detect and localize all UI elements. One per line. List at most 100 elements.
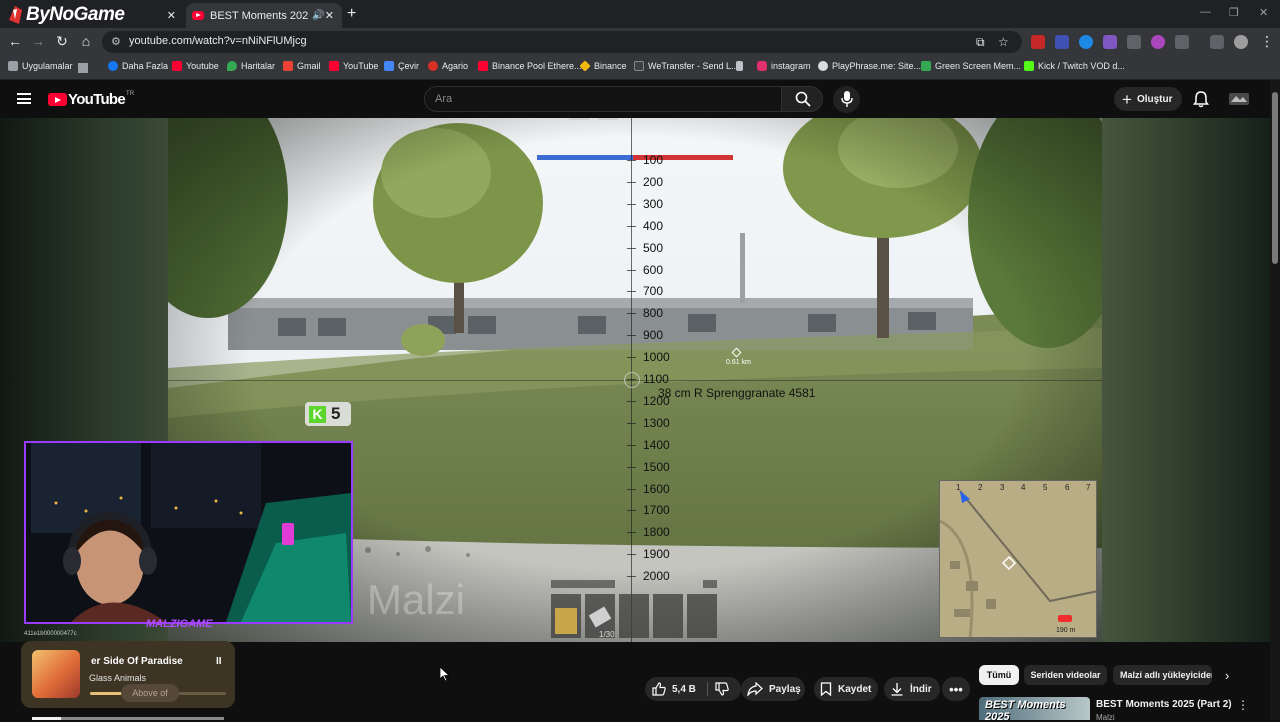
range-mark: 1600 [643, 481, 670, 496]
bookmark-item[interactable]: Agario [428, 61, 468, 71]
more-actions-button[interactable]: ••• [942, 677, 970, 701]
pause-icon[interactable]: II [216, 656, 222, 667]
range-mark: 300 [643, 196, 664, 211]
bookmark-item[interactable]: instagram [757, 61, 811, 71]
range-tick [627, 444, 636, 446]
address-bar[interactable]: ⚙ youtube.com/watch?v=nNiNFlUMjcg ⧉ ☆ [102, 31, 1022, 53]
range-tick [627, 488, 636, 490]
scrollbar-thumb[interactable] [1272, 92, 1278, 264]
download-label: İndir [910, 683, 932, 695]
save-button[interactable]: Kaydet [814, 677, 878, 701]
kick-icon [1024, 61, 1034, 71]
bookmark-item[interactable]: Daha Fazla [108, 61, 168, 71]
reading-list-icon[interactable] [1210, 35, 1224, 49]
range-tick [627, 313, 636, 315]
bookmark-item[interactable]: WeTransfer - Send L... [634, 61, 739, 71]
bookmark-item[interactable]: Youtube [172, 61, 219, 71]
youtube-logo[interactable]: YouTube TR [48, 91, 134, 108]
extension-profile-icon[interactable] [1151, 35, 1165, 49]
extension-pen-icon[interactable] [1103, 35, 1117, 49]
like-button[interactable]: 5,4 B [645, 677, 741, 701]
grid-icon[interactable] [78, 63, 88, 73]
apps-grid-icon [8, 61, 18, 71]
recommendation-channel[interactable]: Malzi [1096, 713, 1115, 722]
search-button[interactable] [781, 86, 823, 112]
home-icon[interactable]: ⌂ [77, 33, 95, 49]
thumbs-up-icon [652, 682, 666, 696]
bookmark-item[interactable]: YouTube [329, 61, 378, 71]
mouse-cursor-icon [440, 667, 450, 681]
document-icon [736, 61, 743, 71]
menu-icon[interactable] [17, 93, 31, 104]
chip-label: Seriden videolar [1030, 670, 1101, 680]
extension-news-icon[interactable] [1031, 35, 1045, 49]
url-text[interactable]: youtube.com/watch?v=nNiNFlUMjcg [129, 35, 307, 47]
chip-uploader[interactable]: Malzi adlı yükleyiciden [1113, 665, 1212, 685]
share-button[interactable]: Paylaş [741, 677, 805, 701]
like-count: 5,4 B [672, 683, 696, 695]
watermark-text: Malzi [367, 576, 466, 623]
reload-icon[interactable]: ↻ [53, 33, 71, 50]
voice-search-button[interactable] [833, 86, 860, 113]
page-scrollbar[interactable] [1270, 80, 1280, 720]
tab-close-icon[interactable]: ✕ [167, 9, 176, 22]
bookmark-item[interactable]: Çevir [384, 61, 419, 71]
shell-type-label: 38 cm R Sprenggranate 4581 [658, 386, 816, 400]
search-input[interactable]: Ara [424, 86, 782, 112]
tab-close-icon[interactable]: ✕ [325, 9, 334, 22]
profile-avatar-icon[interactable] [1234, 35, 1248, 49]
tab-youtube[interactable]: BEST Moments 2025 - YouTube 🔊 ✕ [186, 3, 342, 28]
install-app-icon[interactable]: ⧉ [976, 35, 985, 50]
bookmark-apps[interactable]: Uygulamalar [8, 61, 73, 71]
recommendation-title[interactable]: BEST Moments 2025 (Part 2) [1096, 699, 1232, 710]
range-mark: 1700 [643, 503, 670, 518]
bookmark-icon [820, 682, 832, 696]
bookmark-item[interactable]: Binance Pool Ethere... [478, 61, 582, 71]
chevron-right-icon[interactable]: › [1225, 668, 1229, 683]
bookmark-item[interactable]: Green Screen Mem... [921, 61, 1021, 71]
extension-screenshot-icon[interactable] [1127, 35, 1141, 49]
youtube-wordmark: YouTube [68, 91, 126, 108]
account-avatar-icon[interactable] [1228, 90, 1250, 108]
microphone-icon [841, 91, 853, 107]
recommendation-thumbnail[interactable]: BEST Moments 2025 [979, 697, 1090, 720]
create-button[interactable]: + Oluştur [1114, 87, 1182, 111]
minimap-column-label: 4 [1021, 483, 1026, 492]
extension-wave-icon[interactable] [1079, 35, 1093, 49]
thumbs-down-icon[interactable] [715, 682, 729, 696]
bookmark-item[interactable]: Kick / Twitch VOD d... [1024, 61, 1125, 71]
bookmark-item[interactable] [736, 61, 747, 71]
minimize-icon[interactable]: — [1200, 6, 1211, 18]
download-button[interactable]: İndir [884, 677, 940, 701]
bookmark-item[interactable]: PlayPhrase.me: Site... [818, 61, 921, 71]
range-tick [627, 335, 636, 337]
window-close-icon[interactable]: ✕ [1259, 6, 1268, 19]
minimap-column-label: 2 [978, 483, 983, 492]
site-info-icon[interactable]: ⚙ [111, 35, 121, 48]
song-artist: Glass Animals [89, 673, 147, 683]
up-next-chip[interactable]: Above of [121, 684, 179, 702]
new-tab-icon[interactable]: + [347, 5, 356, 23]
forward-icon[interactable]: → [29, 33, 47, 49]
notifications-bell-icon[interactable] [1192, 90, 1210, 108]
search-icon [795, 91, 811, 107]
extensions-puzzle-icon[interactable] [1175, 35, 1189, 49]
video-player[interactable]: 100 200 300 400 500 600 700 800 900 1000 1100 1200 1… [0, 118, 1270, 642]
bookmark-item[interactable]: Gmail [283, 61, 321, 71]
music-mini-player[interactable]: er Side Of Paradise Glass Animals II Abo… [21, 641, 235, 708]
chip-all[interactable]: Tümü [979, 665, 1019, 685]
back-icon[interactable]: ← [6, 33, 24, 49]
bookmark-star-icon[interactable]: ☆ [998, 35, 1009, 49]
range-tick [627, 400, 636, 402]
bookmark-item[interactable]: Binance [579, 60, 627, 72]
bookmark-item[interactable]: Haritalar [227, 61, 275, 71]
green-screen-icon [921, 61, 931, 71]
range-mark: 1400 [643, 437, 670, 452]
maximize-icon[interactable]: ❐ [1229, 6, 1239, 19]
speaker-icon[interactable]: 🔊 [312, 10, 324, 21]
extension-translate-icon[interactable] [1055, 35, 1069, 49]
recommendation-more-icon[interactable]: ⋮ [1237, 698, 1249, 712]
chip-series[interactable]: Seriden videolar [1024, 665, 1107, 685]
range-mark: 400 [643, 218, 664, 233]
browser-menu-icon[interactable]: ⋮ [1258, 33, 1276, 50]
